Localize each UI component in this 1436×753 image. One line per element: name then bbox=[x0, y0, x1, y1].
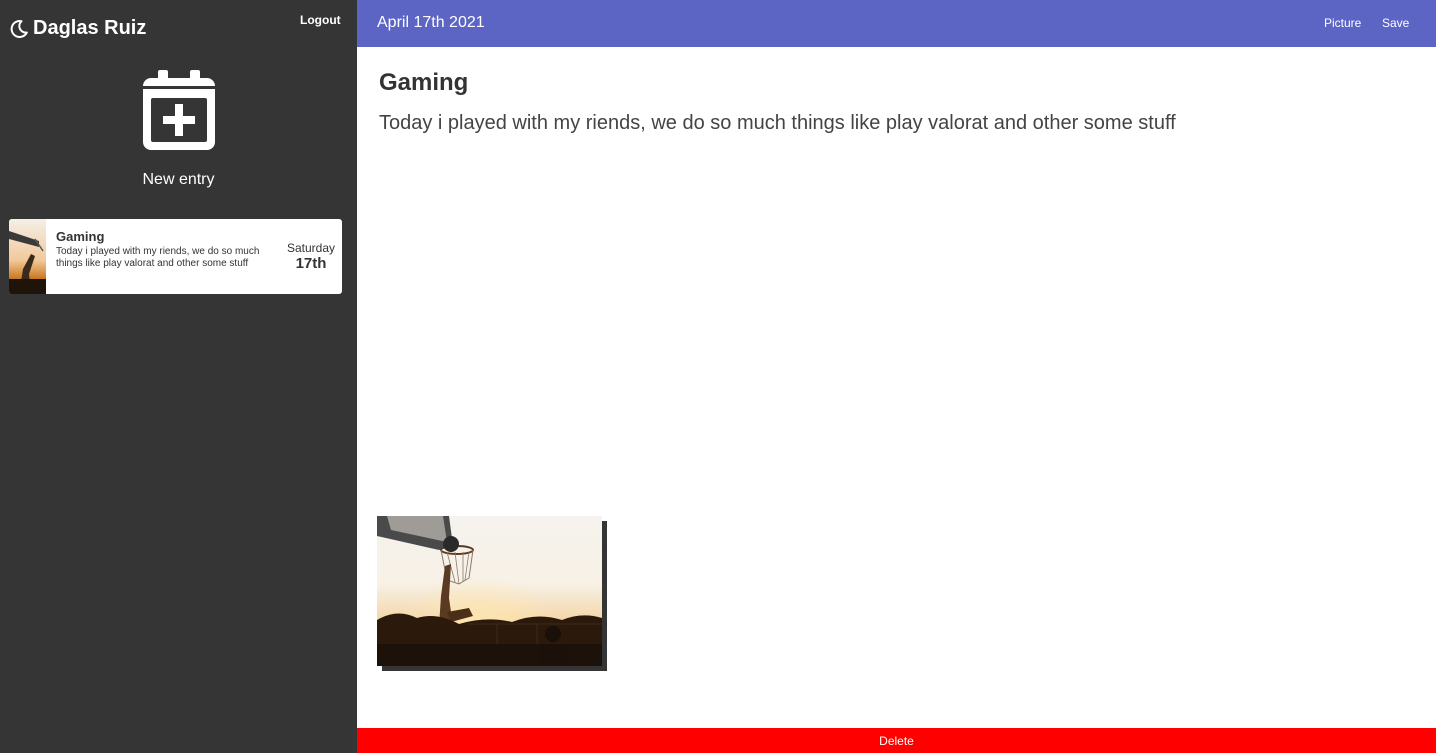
moon-icon bbox=[9, 18, 29, 40]
entry-title-input[interactable]: Gaming bbox=[379, 69, 1419, 97]
delete-button[interactable]: Delete bbox=[357, 728, 1436, 753]
entry-photo[interactable] bbox=[377, 516, 607, 671]
user-name: Daglas Ruiz bbox=[33, 17, 147, 39]
entry-editor: Gaming Today i played with my riends, we… bbox=[379, 69, 1419, 135]
entry-excerpt: Today i played with my riends, we do so … bbox=[56, 246, 260, 269]
basketball-photo bbox=[377, 516, 602, 666]
entry-date-title: April 17th 2021 bbox=[377, 14, 485, 31]
entry-weekday: Saturday bbox=[286, 241, 336, 255]
entry-body-input[interactable]: Today i played with my riends, we do so … bbox=[379, 112, 1419, 135]
list-item[interactable]: Gaming Today i played with my riends, we… bbox=[9, 219, 342, 294]
top-bar: April 17th 2021 Picture Save bbox=[357, 0, 1436, 47]
logout-button[interactable]: Logout bbox=[300, 13, 341, 27]
user-brand: Daglas Ruiz bbox=[9, 17, 146, 40]
save-button[interactable]: Save bbox=[1382, 16, 1409, 30]
calendar-plus-icon bbox=[142, 70, 215, 150]
new-entry-button[interactable]: New entry bbox=[0, 68, 357, 189]
picture-button[interactable]: Picture bbox=[1324, 16, 1361, 30]
entry-thumbnail bbox=[9, 219, 46, 294]
sidebar: Daglas Ruiz Logout New entry Gaming Toda… bbox=[0, 0, 357, 753]
entry-title: Gaming bbox=[56, 229, 105, 244]
new-entry-label: New entry bbox=[142, 171, 215, 188]
entry-day: 17th bbox=[295, 255, 327, 272]
